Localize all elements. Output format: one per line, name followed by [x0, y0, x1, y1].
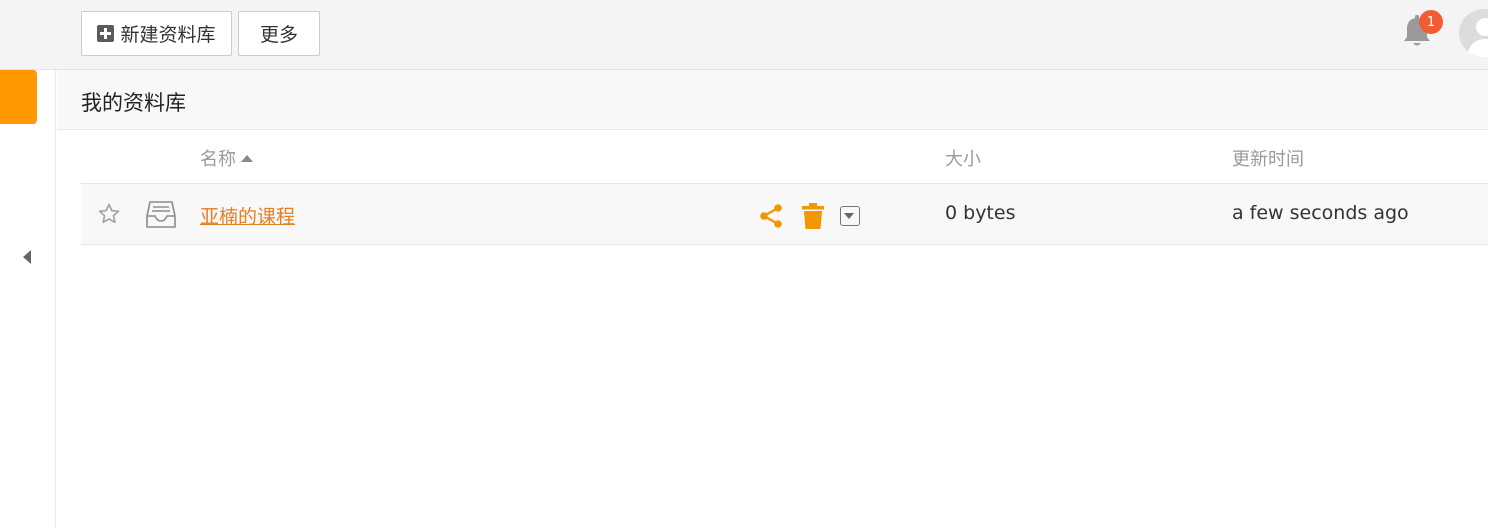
new-library-label: 新建资料库	[120, 24, 216, 46]
star-outline-icon[interactable]	[97, 202, 121, 226]
more-label: 更多	[259, 24, 298, 46]
column-header-size[interactable]: 大小	[945, 145, 981, 171]
trash-icon[interactable]	[801, 202, 825, 230]
page-header: 我的资料库	[57, 70, 1488, 130]
library-size: 0 bytes	[945, 202, 1016, 224]
plus-square-icon	[97, 25, 115, 42]
library-name-link[interactable]: 亚楠的课程	[200, 202, 295, 229]
avatar[interactable]	[1459, 9, 1488, 57]
sidebar	[0, 70, 56, 528]
caret-down-square-icon[interactable]	[840, 206, 860, 226]
share-icon[interactable]	[758, 203, 784, 229]
sidebar-active-indicator[interactable]	[0, 70, 37, 124]
top-bar: 新建资料库 更多 1	[0, 0, 1488, 70]
more-button[interactable]: 更多	[238, 11, 320, 56]
notification-badge: 1	[1419, 10, 1443, 34]
column-header-updated[interactable]: 更新时间	[1232, 145, 1304, 171]
column-header-name[interactable]: 名称	[200, 145, 253, 171]
inbox-icon	[146, 201, 176, 228]
table-row: 亚楠的课程 0 bytes a few seconds ago	[81, 184, 1488, 245]
page-title: 我的资料库	[81, 91, 186, 115]
sort-ascending-icon	[241, 154, 253, 162]
library-updated-time: a few seconds ago	[1232, 202, 1409, 224]
new-library-button[interactable]: 新建资料库	[81, 11, 232, 56]
column-name-label: 名称	[200, 149, 236, 170]
caret-left-icon[interactable]	[23, 250, 31, 264]
